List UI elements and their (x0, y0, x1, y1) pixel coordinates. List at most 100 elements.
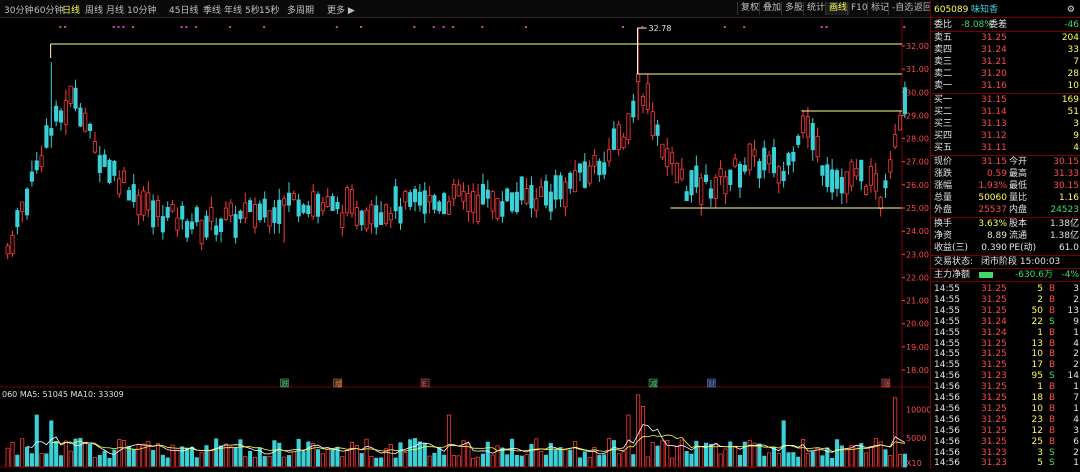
volume-bar (243, 456, 248, 468)
candle (519, 176, 524, 201)
signal-dot (743, 26, 746, 28)
candle (665, 148, 670, 167)
volume-bar (383, 448, 388, 468)
candle (63, 100, 68, 125)
period-12[interactable]: 更多 ▶ (327, 3, 355, 16)
period-6[interactable]: 45日线 (169, 3, 198, 16)
candle (485, 189, 490, 199)
volume-bar (306, 441, 311, 468)
volume-bar (674, 446, 679, 468)
volume-bar (645, 456, 650, 468)
settings-icon[interactable]: ⚙ (1067, 4, 1075, 16)
period-10[interactable]: 15秒 (259, 3, 279, 16)
candle (233, 214, 238, 238)
volume-bar (325, 448, 330, 468)
quote-cell: 最低 (1009, 181, 1028, 191)
volume-bar (330, 448, 335, 468)
quote-cell: 31.25 (981, 33, 1007, 43)
candle (58, 110, 64, 123)
volume-bar (374, 457, 379, 468)
candle (767, 154, 772, 165)
signal-dot (452, 26, 455, 28)
period-4[interactable]: 月线 (106, 3, 124, 16)
candle (151, 200, 156, 228)
main-flow-bar (979, 272, 993, 278)
quote-cell: 31.11 (981, 143, 1007, 153)
volume-bar (553, 449, 558, 468)
period-7[interactable]: 季线 (203, 3, 221, 16)
candle (97, 155, 102, 173)
volume-bar (820, 455, 825, 468)
candle (771, 147, 776, 174)
volume-bar (233, 447, 238, 468)
candle (553, 175, 558, 200)
candle (466, 193, 471, 212)
period-5[interactable]: 10分钟 (127, 3, 156, 16)
kline-chart[interactable]: 32.00 31.00 30.00 29.00 28.00 27.00 26.00 25.00… (0, 18, 931, 469)
volume-bar (107, 457, 112, 468)
volume-bar (534, 438, 539, 468)
volume-bar (238, 439, 243, 468)
candle (286, 192, 291, 206)
candle (728, 169, 733, 185)
quote-cell: 33 (1067, 45, 1079, 55)
price-tick: 30.00 (906, 88, 929, 97)
candle (805, 116, 810, 138)
volume-bar (296, 438, 301, 468)
volume-bar (228, 446, 233, 468)
quote-cell: 14:56 (934, 458, 960, 469)
candle (854, 167, 859, 177)
candle (699, 177, 704, 205)
volume-bar (757, 443, 762, 468)
candle (446, 201, 452, 215)
period-0[interactable]: 30分钟 (4, 3, 33, 16)
candle (340, 212, 345, 228)
period-2[interactable]: 日线 (62, 3, 80, 16)
quote-cell: 30.15 (1053, 157, 1079, 167)
candle (427, 194, 432, 203)
signal-dot (112, 26, 115, 28)
volume-bar (602, 454, 607, 468)
volume-bar (791, 452, 796, 468)
candle (616, 124, 621, 150)
period-9[interactable]: 5秒 (245, 3, 260, 16)
candle (282, 198, 287, 206)
volume-bar (767, 452, 772, 468)
candle (626, 113, 631, 141)
candle (834, 170, 840, 189)
period-1[interactable]: 60分钟 (34, 3, 63, 16)
kline-svg[interactable]: 32.00 31.00 30.00 29.00 28.00 27.00 26.00 25.00… (0, 18, 931, 469)
volume-bar (39, 453, 44, 468)
ask-row: 卖二 31.20 28 (931, 68, 1080, 80)
period-3[interactable]: 周线 (85, 3, 103, 16)
signal-dot (360, 26, 363, 28)
volume-bar (97, 455, 102, 468)
volume-bar (485, 441, 490, 468)
volume-bar (582, 451, 587, 468)
period-8[interactable]: 年线 (224, 3, 242, 16)
volume-bar (5, 447, 10, 468)
bid-row: 买四 31.12 9 (931, 130, 1080, 142)
volume-bar (24, 446, 30, 468)
period-11[interactable]: 多周期 (287, 3, 314, 16)
volume-bar (597, 455, 602, 468)
volume-bar (568, 449, 573, 468)
candle (801, 115, 806, 134)
price-tick: 27.00 (906, 158, 929, 167)
quote-cell: -4% (1061, 270, 1079, 280)
quote-cell: 委比 (934, 20, 953, 30)
volume-bar (122, 440, 127, 468)
price-tick: 28.00 (906, 135, 929, 144)
candle (762, 147, 767, 171)
volume-bar (451, 454, 456, 468)
candle (291, 193, 296, 200)
candle (810, 123, 815, 151)
volume-bar (214, 438, 219, 468)
candle (354, 207, 359, 226)
quote-cell: 0.390 (981, 243, 1007, 253)
volume-bar (320, 453, 325, 468)
quote-cell: 169 (1061, 95, 1079, 105)
candle (24, 188, 30, 216)
candle (461, 191, 466, 202)
candle (194, 207, 199, 223)
